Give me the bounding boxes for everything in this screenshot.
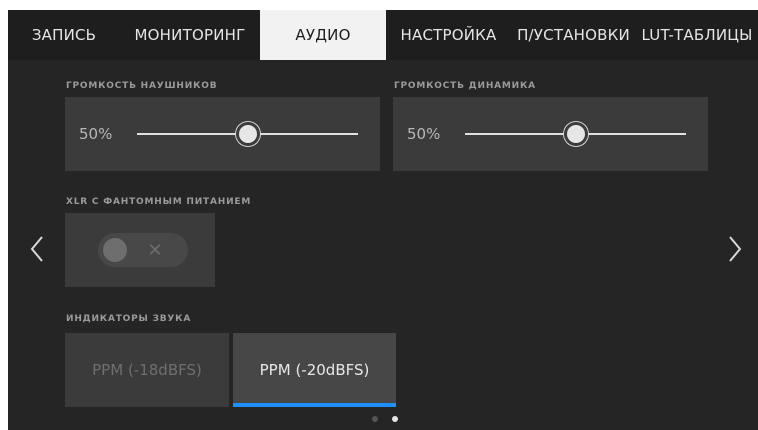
xlr-phantom-power-toggle[interactable]: ✕ [98, 233, 188, 267]
page-dot-2[interactable] [392, 416, 398, 422]
tab-setup[interactable]: НАСТРОЙКА [386, 10, 511, 60]
chevron-right-icon[interactable] [728, 236, 742, 266]
headphone-volume-label: ГРОМКОСТЬ НАУШНИКОВ [66, 81, 218, 91]
meter-option-ppm-18[interactable]: PPM (-18dBFS) [65, 333, 229, 407]
tab-record[interactable]: ЗАПИСЬ [8, 10, 120, 60]
meter-option-label: PPM (-18dBFS) [92, 361, 202, 379]
speaker-volume-value: 50% [407, 125, 441, 143]
tab-audio[interactable]: АУДИО [260, 10, 386, 60]
tab-bar: ЗАПИСЬ МОНИТОРИНГ АУДИО НАСТРОЙКА П/УСТА… [8, 10, 758, 60]
toggle-knob [103, 238, 127, 262]
xlr-phantom-power-panel: ✕ [65, 213, 215, 287]
selected-indicator [233, 403, 396, 407]
audio-settings-screen: ЗАПИСЬ МОНИТОРИНГ АУДИО НАСТРОЙКА П/УСТА… [8, 10, 758, 430]
toggle-off-icon: ✕ [147, 239, 163, 261]
page-dot-1[interactable] [372, 416, 378, 422]
speaker-volume-label: ГРОМКОСТЬ ДИНАМИКА [394, 81, 536, 91]
tab-luts[interactable]: LUT-ТАБЛИЦЫ [636, 10, 758, 60]
headphone-volume-slider-knob[interactable] [235, 122, 260, 146]
tab-presets[interactable]: П/УСТАНОВКИ [511, 10, 636, 60]
tab-monitoring[interactable]: МОНИТОРИНГ [120, 10, 260, 60]
xlr-phantom-power-label: XLR С ФАНТОМНЫМ ПИТАНИЕМ [66, 197, 252, 207]
speaker-volume-panel: 50% [393, 97, 708, 171]
meter-option-label: PPM (-20dBFS) [259, 361, 370, 379]
headphone-volume-panel: 50% [65, 97, 380, 171]
chevron-left-icon[interactable] [30, 236, 44, 266]
audio-meters-label: ИНДИКАТОРЫ ЗВУКА [66, 314, 192, 324]
meter-option-ppm-20[interactable]: PPM (-20dBFS) [233, 333, 396, 407]
headphone-volume-value: 50% [79, 125, 113, 143]
speaker-volume-slider-knob[interactable] [563, 122, 588, 146]
